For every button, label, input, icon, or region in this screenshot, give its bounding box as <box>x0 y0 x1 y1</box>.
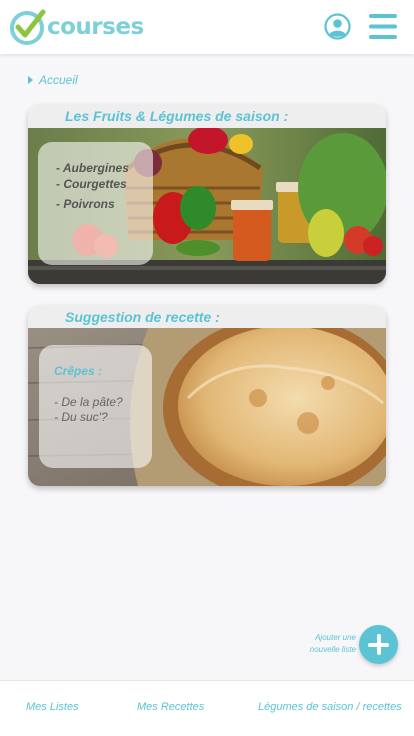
list-item: - Poivrons <box>56 197 115 211</box>
checkmark-logo-icon <box>10 9 46 45</box>
nav-item-my-recipes[interactable]: Mes Recettes <box>137 701 204 713</box>
list-item: - Aubergines <box>56 161 129 175</box>
list-item: - Courgettes <box>56 177 127 191</box>
recipe-card-title: Suggestion de recette : <box>65 309 220 325</box>
seasonal-produce-card[interactable]: Les Fruits & Légumes de saison : - Auber… <box>28 104 386 284</box>
hamburger-menu-icon[interactable] <box>369 13 397 40</box>
user-circle-icon[interactable] <box>324 13 351 40</box>
add-list-label-line2: nouvelle liste <box>309 645 356 654</box>
logo-text: courses <box>47 14 144 40</box>
add-list-button[interactable] <box>359 625 398 664</box>
app-logo[interactable]: courses <box>8 8 144 46</box>
list-item: - Du suc'? <box>54 410 108 424</box>
recipe-name: Crêpes : <box>54 364 103 378</box>
seasonal-list: - Aubergines - Courgettes - Poivrons <box>56 160 129 212</box>
bottom-navigation: Mes Listes Mes Recettes Légumes de saiso… <box>0 680 414 736</box>
nav-item-my-lists[interactable]: Mes Listes <box>26 701 79 713</box>
breadcrumb[interactable]: Accueil <box>28 72 78 88</box>
nav-item-seasonal-recipes[interactable]: Légumes de saison / recettes <box>258 701 402 713</box>
recipe-suggestion-card[interactable]: Suggestion de recette : Crêpes: - De la… <box>28 305 386 486</box>
seasonal-card-title: Les Fruits & Légumes de saison : <box>65 108 289 124</box>
app-header: courses <box>0 0 414 54</box>
add-list-label-line1: Ajouter une <box>315 633 356 642</box>
seasonal-list-panel: - Aubergines - Courgettes - Poivrons <box>38 142 153 265</box>
vegetable-basket-image: - Aubergines - Courgettes - Poivrons <box>28 128 386 284</box>
caret-right-icon <box>28 76 33 84</box>
breadcrumb-home-link[interactable]: Accueil <box>39 73 78 87</box>
list-item: - De la pâte? <box>54 395 123 409</box>
recipe-panel: Crêpes : - De la pâte? - Du suc'? <box>39 345 152 468</box>
recipe-ingredient-list: - De la pâte? - Du suc'? <box>54 395 123 425</box>
add-list-label: Ajouter une nouvelle liste <box>300 632 356 656</box>
crepes-image: Crêpes : - De la pâte? - Du suc'? <box>28 328 386 486</box>
